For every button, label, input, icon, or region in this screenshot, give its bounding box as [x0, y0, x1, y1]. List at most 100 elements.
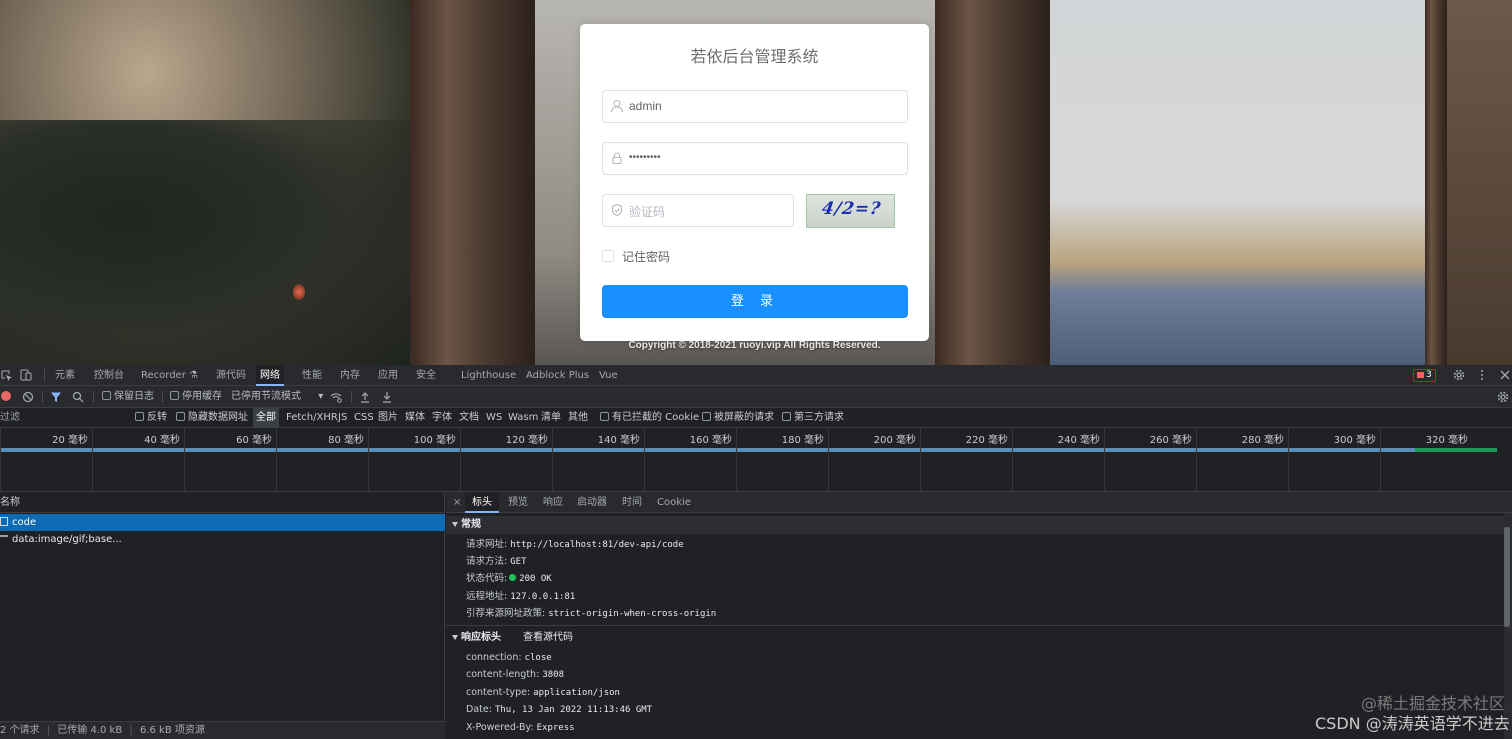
- timeline-tick-label: 300 毫秒: [1333, 435, 1376, 446]
- tab-preview[interactable]: 预览: [508, 492, 528, 513]
- divider: |: [46, 725, 51, 736]
- tab-initiator[interactable]: 启动器: [577, 492, 607, 513]
- header-row: X-Powered-By: Express: [466, 719, 575, 736]
- general-section-header[interactable]: 常规: [446, 516, 1504, 534]
- checkbox[interactable]: [102, 390, 111, 400]
- upload-icon[interactable]: [359, 391, 371, 403]
- network-toolbar: 保留日志 停用缓存 已停用节流模式 ▾: [0, 386, 1512, 408]
- type-filter-css[interactable]: CSS: [354, 408, 374, 428]
- devtools-main-tabs: 元素 控制台 Recorder ⚗ 源代码 网络 性能 内存 应用 安全 Lig…: [0, 365, 1512, 386]
- tab-adblock-plus[interactable]: Adblock Plus: [526, 365, 589, 386]
- disable-cache-checkbox[interactable]: 停用缓存: [170, 386, 222, 408]
- header-row: 状态代码: 200 OK: [466, 570, 552, 587]
- type-filter-manifest[interactable]: 清单: [541, 408, 561, 428]
- checkbox[interactable]: [135, 411, 144, 421]
- network-overview-timeline[interactable]: 20 毫秒 40 毫秒 60 毫秒 80 毫秒 100 毫秒 120 毫秒 140 毫秒 16…: [0, 428, 1512, 492]
- record-icon[interactable]: [1, 391, 11, 401]
- type-filter-other[interactable]: 其他: [568, 408, 588, 428]
- tab-security[interactable]: 安全: [416, 365, 436, 386]
- tab-cookies[interactable]: Cookie: [657, 492, 691, 513]
- checkbox[interactable]: [176, 411, 185, 421]
- timeline-tick: 140 毫秒: [552, 428, 644, 492]
- remember-label: 记住密码: [622, 250, 671, 264]
- view-source-link[interactable]: 查看源代码: [523, 632, 573, 643]
- tab-performance[interactable]: 性能: [302, 365, 322, 386]
- checkbox[interactable]: [702, 411, 711, 421]
- hide-data-urls-checkbox[interactable]: 隐藏数据网址: [176, 408, 248, 428]
- tab-memory[interactable]: 内存: [340, 365, 360, 386]
- invert-checkbox[interactable]: 反转: [135, 408, 167, 428]
- background-light: [293, 284, 305, 300]
- type-filter-img[interactable]: 图片: [378, 408, 398, 428]
- triangle-down-icon: [452, 634, 458, 640]
- general-title: 常规: [461, 519, 481, 530]
- checkbox[interactable]: [170, 390, 179, 400]
- blocked-requests-checkbox[interactable]: 被屏蔽的请求: [702, 408, 774, 428]
- error-count-badge[interactable]: 3: [1413, 369, 1436, 382]
- gear-icon[interactable]: [1453, 369, 1465, 381]
- divider: [351, 391, 352, 403]
- checkbox[interactable]: [782, 411, 791, 421]
- window-frame-bar: [1425, 0, 1447, 365]
- type-filter-fetch-xhr[interactable]: Fetch/XHR: [286, 408, 338, 428]
- tab-lighthouse[interactable]: Lighthouse: [461, 365, 516, 386]
- device-toolbar-icon[interactable]: [20, 369, 32, 381]
- type-filter-js[interactable]: JS: [338, 408, 347, 428]
- close-detail-icon[interactable]: ×: [453, 492, 461, 513]
- preserve-log-checkbox[interactable]: 保留日志: [102, 386, 154, 408]
- tab-network[interactable]: 网络: [256, 365, 284, 386]
- tab-sources[interactable]: 源代码: [216, 365, 246, 386]
- tab-elements[interactable]: 元素: [55, 365, 75, 386]
- response-headers-title: 响应标头: [461, 632, 501, 643]
- type-filter-media[interactable]: 媒体: [405, 408, 425, 428]
- username-value[interactable]: admin: [629, 99, 662, 113]
- watermark: @稀土掘金技术社区 CSDN @涛涛英语学不进去: [1315, 694, 1510, 734]
- checkbox[interactable]: [600, 411, 609, 421]
- password-value[interactable]: •••••••••: [629, 152, 661, 163]
- login-button[interactable]: 登 录: [602, 285, 908, 318]
- filter-input[interactable]: 过滤: [0, 408, 20, 428]
- blocked-cookies-checkbox[interactable]: 有已拦截的 Cookie: [600, 408, 699, 428]
- header-key: 状态代码:: [466, 573, 508, 584]
- network-settings-gear-icon[interactable]: [1497, 391, 1509, 403]
- timeline-tick: 160 毫秒: [644, 428, 736, 492]
- detail-scrollbar[interactable]: [1504, 513, 1512, 739]
- type-filter-all[interactable]: 全部: [253, 408, 279, 428]
- clear-icon[interactable]: [22, 391, 34, 403]
- tab-application[interactable]: 应用: [378, 365, 398, 386]
- tab-recorder[interactable]: Recorder ⚗: [141, 365, 198, 386]
- status-ok-dot-icon: [509, 574, 517, 581]
- more-vertical-icon[interactable]: [1476, 369, 1488, 381]
- inspect-element-icon[interactable]: [1, 370, 13, 382]
- response-headers-section-header[interactable]: 响应标头 查看源代码: [446, 629, 1504, 647]
- type-filter-ws[interactable]: WS: [486, 408, 502, 428]
- request-row[interactable]: code: [0, 514, 445, 531]
- type-filter-wasm[interactable]: Wasm: [508, 408, 538, 428]
- tab-response[interactable]: 响应: [543, 492, 563, 513]
- tab-timing[interactable]: 时间: [622, 492, 642, 513]
- filter-icon[interactable]: [50, 391, 62, 403]
- captcha-image[interactable]: 4/2=?: [806, 194, 895, 228]
- tab-vue[interactable]: Vue: [599, 365, 618, 386]
- divider: |: [129, 725, 133, 736]
- password-input[interactable]: •••••••••: [602, 142, 908, 175]
- timeline-tick: 40 毫秒: [92, 428, 184, 492]
- download-icon[interactable]: [381, 391, 393, 403]
- close-icon[interactable]: [1499, 369, 1511, 381]
- tab-console[interactable]: 控制台: [94, 365, 124, 386]
- tab-headers[interactable]: 标头: [465, 492, 499, 513]
- throttling-select[interactable]: 已停用节流模式 ▾: [231, 386, 323, 408]
- header-row: 请求网址: http://localhost:81/dev-api/code: [466, 536, 684, 553]
- network-conditions-icon[interactable]: [330, 391, 342, 403]
- third-party-checkbox[interactable]: 第三方请求: [782, 408, 844, 428]
- column-header-name[interactable]: 名称: [0, 492, 445, 513]
- captcha-input[interactable]: 验证码: [602, 194, 794, 227]
- request-row[interactable]: data:image/gif;base...: [0, 531, 445, 548]
- username-input[interactable]: admin: [602, 90, 908, 123]
- type-filter-font[interactable]: 字体: [432, 408, 452, 428]
- timeline-tick-label: 280 毫秒: [1241, 435, 1284, 446]
- scrollbar-thumb[interactable]: [1504, 527, 1510, 627]
- type-filter-doc[interactable]: 文档: [459, 408, 479, 428]
- search-icon[interactable]: [72, 391, 84, 403]
- remember-checkbox[interactable]: [602, 250, 614, 262]
